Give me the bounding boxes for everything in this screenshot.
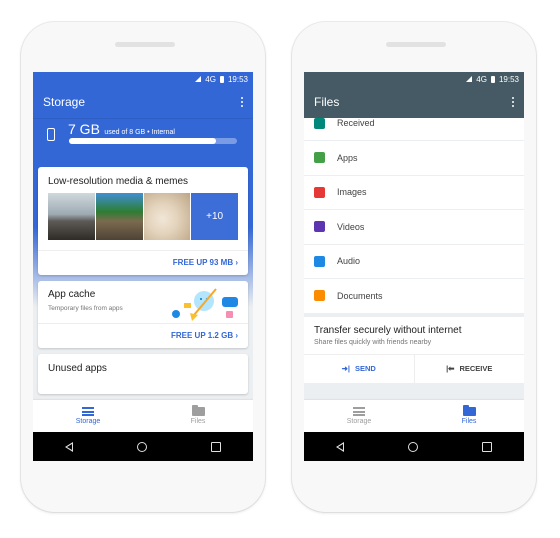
chevron-right-icon: ›	[235, 331, 238, 340]
thumbnail-beach[interactable]	[48, 193, 95, 240]
cache-card[interactable]: App cache Temporary files from apps FREE…	[38, 281, 248, 348]
cache-card-subtitle: Temporary files from apps	[48, 305, 123, 312]
storage-progress-fill	[69, 138, 216, 144]
nav-storage[interactable]: Storage	[33, 400, 143, 432]
bottom-nav: Storage Files	[33, 400, 253, 432]
folder-icon	[191, 405, 205, 416]
cleaning-illustration-icon	[172, 288, 238, 321]
system-nav-bar	[304, 432, 524, 461]
unused-apps-card[interactable]: Unused apps	[38, 354, 248, 394]
video-clapper-icon	[314, 221, 325, 233]
document-icon	[314, 290, 325, 302]
chevron-right-icon: ›	[235, 258, 238, 267]
headphones-icon	[314, 255, 325, 267]
category-videos[interactable]: Videos	[304, 210, 524, 244]
image-icon	[314, 186, 325, 198]
status-bar: 4G 19:53	[33, 72, 253, 86]
signal-icon	[466, 76, 473, 82]
thumbnail-more[interactable]: +10	[191, 193, 238, 240]
folder-icon	[462, 405, 476, 416]
network-label: 4G	[205, 74, 216, 84]
free-up-cache-button[interactable]: FREE UP 1.2 GB ›	[38, 324, 248, 348]
phone-icon	[47, 128, 55, 141]
storage-summary: 7 GB used of 8 GB • Internal	[33, 118, 253, 167]
storage-progress-bar	[69, 138, 237, 144]
received-icon	[314, 118, 325, 129]
page-title: Storage	[43, 95, 86, 109]
transfer-title: Transfer securely without internet	[314, 324, 462, 336]
transfer-card: Transfer securely without internet Share…	[304, 316, 525, 383]
free-up-media-button[interactable]: FREE UP 93 MB ›	[38, 251, 248, 275]
battery-icon	[219, 75, 224, 83]
phone-frame-files: 4G 19:53 Files Received Apps Images Vide…	[292, 22, 536, 512]
status-bar: 4G 19:53	[304, 72, 524, 86]
more-count: +10	[206, 211, 224, 222]
storage-icon	[353, 407, 365, 416]
signal-icon	[195, 76, 202, 82]
transfer-subtitle: Share files quickly with friends nearby	[314, 338, 432, 346]
page-title: Files	[314, 95, 340, 109]
speaker-grille	[115, 42, 175, 47]
nav-files[interactable]: Files	[143, 400, 253, 432]
receive-arrow-icon: |⬅	[446, 364, 455, 373]
storage-used: 7 GB	[68, 121, 100, 137]
files-screen: 4G 19:53 Files Received Apps Images Vide…	[304, 72, 524, 461]
system-nav-bar	[33, 432, 253, 461]
category-documents[interactable]: Documents	[304, 279, 524, 313]
app-bar: Storage	[33, 86, 253, 118]
network-label: 4G	[476, 74, 487, 84]
battery-icon	[490, 75, 495, 83]
category-audio[interactable]: Audio	[304, 244, 524, 278]
speaker-grille	[386, 42, 446, 47]
home-icon[interactable]	[137, 441, 147, 452]
unused-apps-title: Unused apps	[48, 363, 107, 374]
category-list: Received Apps Images Videos Audio Docume…	[304, 118, 524, 313]
storage-detail: used of 8 GB • Internal	[104, 129, 175, 136]
recents-icon[interactable]	[211, 441, 221, 452]
category-apps[interactable]: Apps	[304, 141, 524, 175]
bottom-nav: Storage Files	[304, 400, 524, 432]
media-card[interactable]: Low-resolution media & memes +10 FREE UP…	[38, 167, 248, 275]
android-apps-icon	[314, 152, 325, 164]
more-options-icon[interactable]	[512, 97, 514, 107]
send-button[interactable]: ➜| SEND	[304, 354, 415, 383]
thumbnail-cat[interactable]	[143, 193, 191, 240]
category-images[interactable]: Images	[304, 175, 524, 209]
media-card-title: Low-resolution media & memes	[48, 176, 189, 187]
app-bar: Files	[304, 86, 524, 118]
clock: 19:53	[498, 74, 519, 84]
nav-files[interactable]: Files	[414, 400, 524, 432]
receive-button[interactable]: |⬅ RECEIVE	[415, 355, 525, 383]
phone-frame-storage: 4G 19:53 Storage 7 GB used of 8 GB • Int…	[21, 22, 265, 512]
cache-card-title: App cache	[48, 289, 96, 300]
home-icon[interactable]	[408, 441, 418, 452]
recents-icon[interactable]	[482, 441, 492, 452]
storage-icon	[82, 407, 94, 416]
nav-storage[interactable]: Storage	[304, 400, 414, 432]
thumbnail-crowd[interactable]	[95, 193, 143, 240]
back-icon[interactable]	[336, 441, 344, 452]
send-arrow-icon: ➜|	[341, 364, 351, 373]
category-received[interactable]: Received	[304, 118, 524, 140]
back-icon[interactable]	[65, 441, 73, 452]
storage-screen: 4G 19:53 Storage 7 GB used of 8 GB • Int…	[33, 72, 253, 461]
clock: 19:53	[227, 74, 248, 84]
more-options-icon[interactable]	[241, 97, 243, 107]
